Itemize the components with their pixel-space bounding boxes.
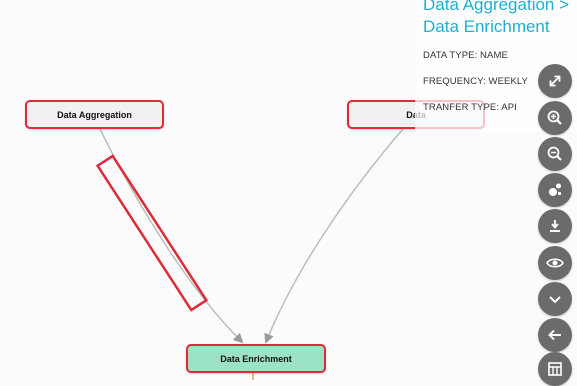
download-button[interactable]: [538, 209, 572, 243]
table-icon: [548, 362, 562, 376]
fullscreen-button[interactable]: [538, 64, 572, 98]
node-label: Data Enrichment: [220, 353, 292, 364]
cluster-icon: [549, 183, 562, 196]
arrow-left-icon: [548, 329, 561, 341]
node-data-aggregation[interactable]: Data Aggregation: [25, 100, 164, 129]
edge-data-to-enrichment[interactable]: [264, 128, 404, 344]
chevron-down-icon: [549, 296, 561, 304]
node-label: Data Aggregation: [57, 109, 132, 120]
back-button[interactable]: [538, 318, 572, 352]
edge-frequency: FREQUENCY: WEEKLY: [423, 76, 528, 87]
expand-icon: [549, 75, 561, 87]
collapse-button[interactable]: [538, 282, 572, 316]
edge-data-type: DATA TYPE: NAME: [423, 50, 508, 61]
table-view-button[interactable]: [538, 352, 572, 386]
zoom-in-button[interactable]: [538, 101, 572, 135]
edge-aggregation-to-enrichment[interactable]: [99, 128, 244, 344]
eye-icon: [546, 258, 564, 268]
visibility-button[interactable]: [538, 246, 572, 280]
graph-toolbar: [538, 0, 577, 386]
zoom-out-icon: [547, 146, 562, 161]
download-icon: [550, 220, 560, 232]
selected-edge-highlight: [95, 154, 209, 312]
zoom-out-button[interactable]: [538, 137, 572, 171]
cluster-button[interactable]: [538, 173, 572, 207]
node-data-enrichment[interactable]: Data Enrichment: [186, 344, 326, 373]
edge-transfer-type: TRANFER TYPE: API: [423, 102, 517, 113]
zoom-in-icon: [547, 110, 562, 125]
